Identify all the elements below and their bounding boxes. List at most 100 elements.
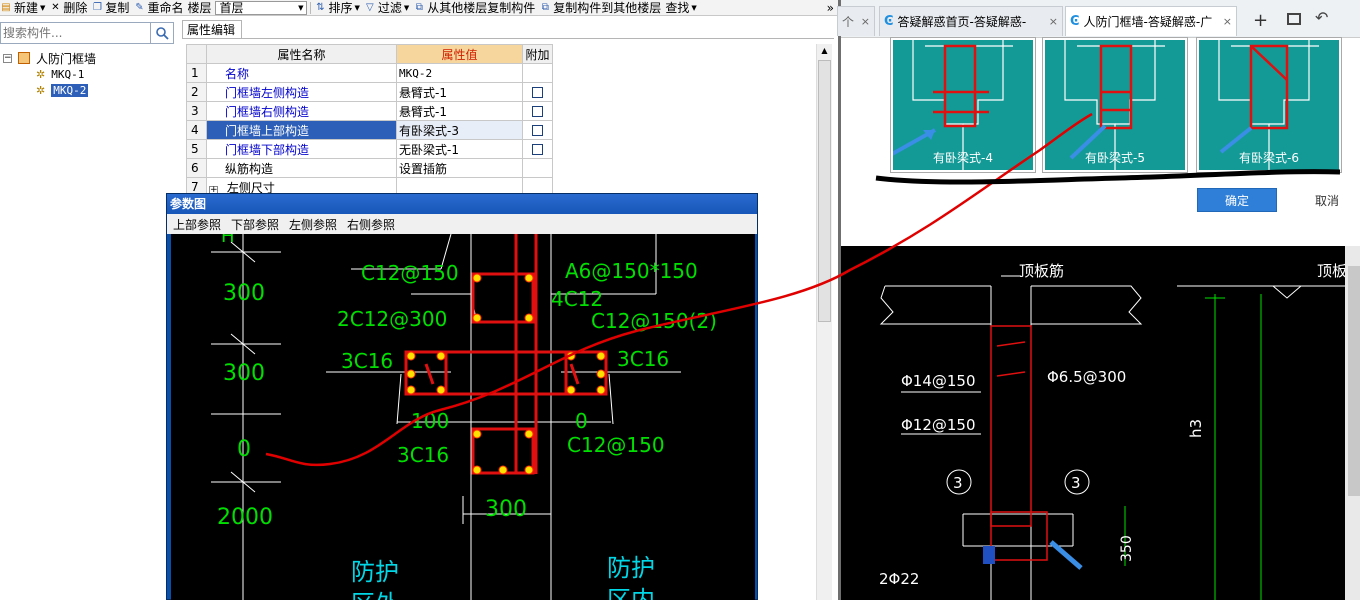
close-icon[interactable]: × <box>1049 15 1058 28</box>
search-icon <box>156 27 169 40</box>
filter-button[interactable]: ▽ 过滤 ▼ <box>364 0 413 16</box>
copy-to-floor-icon: ⧉ <box>541 1 549 13</box>
new-button[interactable]: ▤ 新建 ▼ <box>0 0 49 16</box>
label-0: 0 <box>575 409 588 433</box>
tree-item-mkq-1[interactable]: ✲ MKQ-1 <box>0 66 178 82</box>
property-name: 门框墙左侧构造 <box>206 82 397 102</box>
menu-bottom-reference[interactable]: 下部参照 <box>231 216 279 233</box>
property-value[interactable]: 无卧梁式-1 <box>396 139 523 159</box>
reference-cad-drawing: 顶板筋 顶板 Φ14@150 Φ6.5@300 Φ12@150 3 3 2Φ22… <box>841 246 1345 600</box>
rename-button[interactable]: ✎ 重命名 <box>133 0 187 16</box>
rename-icon: ✎ <box>135 1 144 13</box>
main-toolbar: ▤ 新建 ▼ ✕ 删除 ❐ 复制 ✎ 重命名 楼层 首层 ▼ ⇅ 排序 ▼ ▽ … <box>0 0 838 16</box>
label-4c12: 4C12 <box>551 287 603 311</box>
table-row[interactable]: 6 纵筋构造 设置插筋 <box>186 158 553 178</box>
find-button[interactable]: 查找 ▼ <box>665 0 700 16</box>
tree-item-label: MKQ-1 <box>51 67 85 81</box>
column-header-name: 属性名称 <box>206 44 397 64</box>
property-scrollbar[interactable]: ▲ <box>816 44 832 600</box>
property-value[interactable]: 有卧梁式-3 <box>396 120 523 140</box>
extra-cell <box>522 101 553 121</box>
browser-window: 个 × Ͼ 答疑解惑首页-答疑解惑- × Ͼ 人防门框墙-答疑解惑-广 × + … <box>837 0 1360 600</box>
extra-checkbox[interactable] <box>532 125 543 136</box>
search-input[interactable] <box>0 22 150 44</box>
tab-property-edit[interactable]: 属性编辑 <box>182 20 242 38</box>
thumbnail-label: 有卧梁式-5 <box>1085 151 1145 165</box>
thumbnail-option-4[interactable]: 有卧梁式-4 <box>884 37 1036 173</box>
close-icon[interactable]: × <box>1223 15 1232 28</box>
tab-door-frame-wall[interactable]: Ͼ 人防门框墙-答疑解惑-广 × <box>1065 6 1237 36</box>
new-tab-button[interactable]: + <box>1253 10 1268 31</box>
menu-right-reference[interactable]: 右侧参照 <box>347 216 395 233</box>
tab-list-icon[interactable] <box>1287 13 1301 25</box>
door-frame-wall-icon <box>18 52 30 64</box>
table-row[interactable]: 2 门框墙左侧构造 悬臂式-1 <box>186 82 553 102</box>
label-3c16-right: 3C16 <box>617 347 669 371</box>
tree-item-mkq-2[interactable]: ✲ MKQ-2 <box>0 82 178 98</box>
dropdown-arrow-icon: ▼ <box>691 3 697 12</box>
search-button[interactable] <box>150 22 174 44</box>
tree-root-node[interactable]: − 人防门框墙 <box>0 50 178 66</box>
toolbar-divider <box>310 1 312 14</box>
extra-cell <box>522 63 553 83</box>
thumbnail-option-6[interactable]: 有卧梁式-6 <box>1196 37 1342 173</box>
row-number: 4 <box>186 120 207 140</box>
property-value[interactable]: 设置插筋 <box>396 158 523 178</box>
copy-from-floor-button[interactable]: ⧉ 从其他楼层复制构件 <box>413 0 539 16</box>
dropdown-arrow-icon: ▼ <box>403 3 410 12</box>
property-value[interactable]: 悬臂式-1 <box>396 82 523 102</box>
scrollbar-thumb[interactable] <box>1348 266 1360 496</box>
browser-tab-strip: 个 × Ͼ 答疑解惑首页-答疑解惑- × Ͼ 人防门框墙-答疑解惑-广 × + … <box>837 0 1360 38</box>
page-scrollbar[interactable] <box>1345 246 1360 600</box>
tab-partial[interactable]: 个 × <box>837 6 875 36</box>
scroll-up-icon[interactable]: ▲ <box>817 44 832 58</box>
copy-to-floor-button[interactable]: ⧉ 复制构件到其他楼层 <box>539 0 665 16</box>
extra-cell <box>522 82 553 102</box>
confirm-button[interactable]: 确定 <box>1197 188 1277 212</box>
delete-button[interactable]: ✕ 删除 <box>49 0 91 16</box>
extra-checkbox[interactable] <box>532 144 543 155</box>
undo-close-tab-icon[interactable]: ↶ <box>1315 8 1328 27</box>
cancel-button[interactable]: 取消 <box>1293 188 1360 212</box>
row-number: 3 <box>186 101 207 121</box>
menu-left-reference[interactable]: 左侧参照 <box>289 216 337 233</box>
label-a6-150: A6@150*150 <box>565 259 698 283</box>
floor-select[interactable]: 首层 ▼ <box>215 0 308 15</box>
door-frame-section-drawing: 顶板筋 顶板 Φ14@150 Φ6.5@300 Φ12@150 3 3 2Φ22… <box>879 262 1345 600</box>
new-icon: ▤ <box>1 1 11 13</box>
extra-cell <box>522 158 553 178</box>
table-row[interactable]: 5 门框墙下部构造 无卧梁式-1 <box>186 139 553 159</box>
menu-top-reference[interactable]: 上部参照 <box>173 216 221 233</box>
tab-label: 答疑解惑首页-答疑解惑- <box>897 15 1027 29</box>
extra-checkbox[interactable] <box>532 106 543 117</box>
label-2c12-300: 2C12@300 <box>337 307 447 331</box>
dim-0: 0 <box>237 437 251 462</box>
dropdown-arrow-icon: ▼ <box>298 3 304 12</box>
collapse-icon[interactable]: − <box>3 53 12 63</box>
dropdown-arrow-icon: ▼ <box>40 3 46 12</box>
copy-button[interactable]: ❐ 复制 <box>91 0 133 16</box>
table-row[interactable]: 1 名称 MKQ-2 <box>186 63 553 83</box>
tree-item-label-selected: MKQ-2 <box>51 83 89 97</box>
extra-checkbox[interactable] <box>532 87 543 98</box>
tab-faq-home[interactable]: Ͼ 答疑解惑首页-答疑解惑- × <box>879 6 1063 36</box>
sort-button[interactable]: ⇅ 排序 ▼ <box>314 0 363 16</box>
label-protect-outside-2: 区外 <box>351 590 399 600</box>
close-icon[interactable]: × <box>861 15 870 28</box>
extra-cell <box>522 139 553 159</box>
table-row-selected[interactable]: 4 门框墙上部构造 有卧梁式-3 <box>186 120 553 140</box>
property-name: 门框墙上部构造 <box>206 120 397 140</box>
section-mark-left: 3 <box>953 474 963 492</box>
property-value[interactable]: MKQ-2 <box>396 63 523 83</box>
copy-from-floor-icon: ⧉ <box>415 1 423 13</box>
dropdown-arrow-icon: ▼ <box>354 3 360 12</box>
filter-icon: ▽ <box>366 1 374 13</box>
thumbnail-option-5[interactable]: 有卧梁式-5 <box>1042 37 1188 173</box>
property-value[interactable]: 悬臂式-1 <box>396 101 523 121</box>
table-row[interactable]: 3 门框墙右侧构造 悬臂式-1 <box>186 101 553 121</box>
rebar-section-drawing: H 300 300 0 2000 C12@150 A6@150*150 4C12… <box>211 234 717 600</box>
floor-label: 楼层 <box>187 1 212 15</box>
param-drawing-canvas: H 300 300 0 2000 C12@150 A6@150*150 4C12… <box>171 234 755 600</box>
scrollbar-thumb[interactable] <box>818 60 831 322</box>
property-table: 属性名称 属性值 附加 1 名称 MKQ-2 2 门框墙左侧构造 悬臂式-1 3… <box>186 44 553 197</box>
